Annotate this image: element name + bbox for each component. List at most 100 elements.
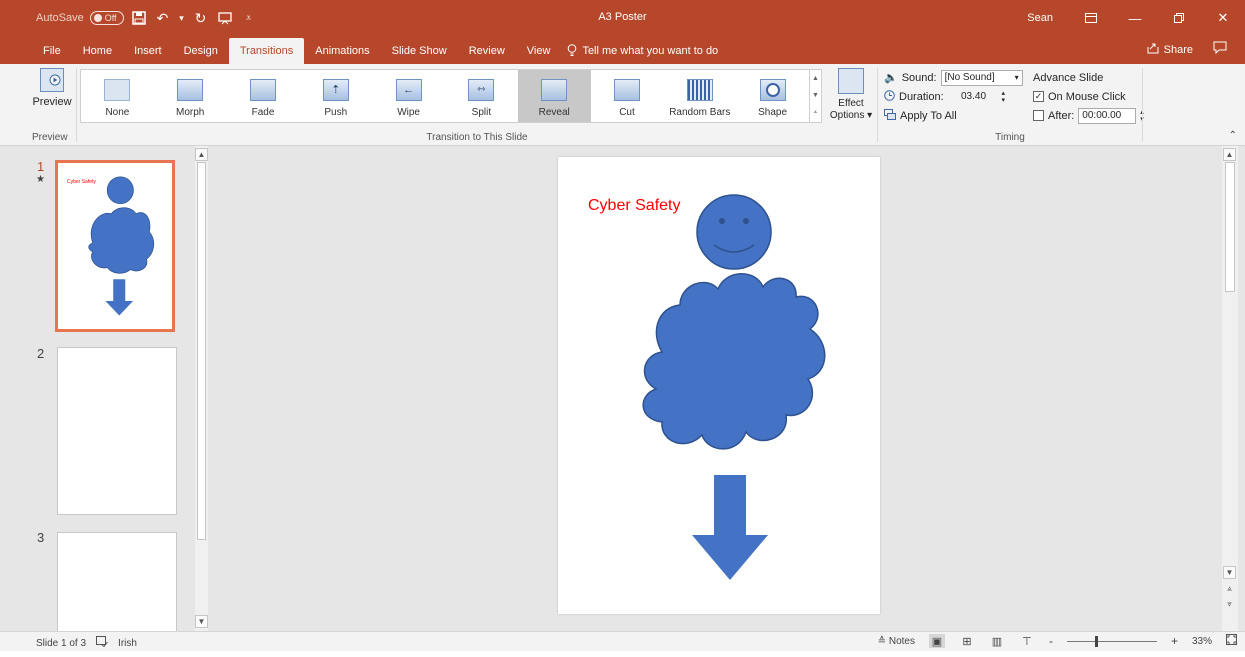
spelling-check-icon[interactable] — [96, 636, 108, 650]
collapse-ribbon-icon[interactable]: ⌃ — [1229, 130, 1237, 141]
sound-dropdown[interactable]: [No Sound] ▾ — [940, 69, 1023, 86]
slide-thumbnail-2[interactable] — [57, 347, 177, 515]
transition-random-bars-label: Random Bars — [669, 107, 731, 118]
gallery-scroll-up-icon[interactable]: ▲ — [812, 75, 819, 82]
status-bar: Slide 1 of 3 Irish ≙ Notes ▣ ⊞ ▥ ⊤ - + 3… — [0, 631, 1245, 651]
normal-view-icon[interactable]: ▣ — [928, 634, 945, 648]
gallery-scroll-down-icon[interactable]: ▼ — [812, 92, 819, 99]
previous-slide-icon[interactable]: ⩓ — [1223, 582, 1236, 595]
apply-to-all-button[interactable]: Apply To All — [884, 106, 1023, 125]
effect-options-button[interactable]: Effect Options ▾ — [828, 68, 874, 122]
share-button[interactable]: Share — [1147, 42, 1193, 57]
transition-push[interactable]: ⇡ Push — [299, 70, 372, 122]
transition-shape-label: Shape — [758, 107, 788, 118]
scroll-up-icon[interactable]: ▲ — [195, 148, 208, 161]
language-indicator[interactable]: Irish — [118, 638, 137, 649]
customize-qat-icon[interactable]: ⩡ — [240, 9, 258, 27]
notes-button[interactable]: ≙ Notes — [878, 636, 915, 647]
undo-dropdown-icon[interactable]: ▾ — [178, 9, 186, 27]
next-slide-icon[interactable]: ⩔ — [1223, 597, 1236, 610]
transition-cut-label: Cut — [619, 107, 635, 118]
undo-icon[interactable]: ↶ — [154, 9, 172, 27]
gallery-more-icon[interactable]: ⩡ — [814, 109, 818, 117]
preview-button[interactable]: Preview — [32, 68, 72, 108]
transition-gallery: None Morph Fade ⇡ Push ← Wipe ⇿ Split Revea… — [80, 69, 810, 123]
start-from-beginning-icon[interactable] — [216, 9, 234, 27]
autosave-toggle[interactable]: Off — [89, 11, 124, 25]
transition-random-bars[interactable]: Random Bars — [663, 70, 736, 122]
scrollbar-thumb[interactable] — [1225, 162, 1235, 292]
minimize-icon[interactable]: — — [1113, 0, 1157, 36]
restore-icon[interactable] — [1157, 0, 1201, 36]
share-label: Share — [1163, 43, 1193, 56]
tab-home[interactable]: Home — [72, 38, 123, 64]
transition-push-label: Push — [324, 107, 348, 118]
tab-view[interactable]: View — [516, 38, 562, 64]
close-icon[interactable]: ✕ — [1201, 0, 1245, 36]
comments-icon[interactable] — [1213, 41, 1227, 57]
sound-value: [No Sound] — [944, 72, 995, 83]
transition-none[interactable]: None — [81, 70, 154, 122]
transition-split[interactable]: ⇿ Split — [445, 70, 518, 122]
transition-shape-icon — [759, 79, 786, 101]
after-time-field[interactable]: 00:00.00 — [1078, 107, 1137, 124]
timing-left: 🔈 Sound: [No Sound] ▾ Duration: 03.40 ▴ ▾ A… — [884, 68, 1023, 125]
on-mouse-click-checkbox[interactable]: ✓ On Mouse Click — [1033, 87, 1144, 106]
scroll-up-icon[interactable]: ▲ — [1223, 148, 1236, 161]
scroll-down-icon[interactable]: ▼ — [1223, 566, 1236, 579]
tab-review[interactable]: Review — [458, 38, 516, 64]
transition-wipe[interactable]: ← Wipe — [372, 70, 445, 122]
transition-morph[interactable]: Morph — [154, 70, 227, 122]
fit-to-window-icon[interactable] — [1226, 634, 1237, 648]
zoom-slider[interactable] — [1066, 635, 1157, 647]
tab-slide-show[interactable]: Slide Show — [381, 38, 458, 64]
zoom-out-button[interactable]: - — [1049, 634, 1053, 648]
cloud-shape[interactable] — [642, 273, 826, 450]
zoom-level[interactable]: 33% — [1192, 636, 1212, 647]
after-checkbox[interactable] — [1033, 110, 1044, 121]
scrollbar-thumb[interactable] — [197, 162, 206, 540]
zoom-slider-thumb[interactable] — [1094, 635, 1098, 647]
sound-label: Sound: — [901, 71, 937, 84]
thumbnail-scrollbar[interactable]: ▲ ▼ — [195, 146, 208, 631]
redo-icon[interactable]: ↻ — [192, 9, 210, 27]
slide-number: 2 — [37, 346, 45, 361]
thumb-artwork — [88, 176, 155, 316]
apply-to-all-label: Apply To All — [900, 109, 957, 122]
tab-animations[interactable]: Animations — [304, 38, 380, 64]
reading-view-icon[interactable]: ▥ — [989, 634, 1005, 648]
down-arrow-shape[interactable] — [692, 475, 768, 580]
transition-fade[interactable]: Fade — [227, 70, 300, 122]
current-slide[interactable]: Cyber Safety — [558, 157, 880, 614]
transition-cut[interactable]: Cut — [591, 70, 664, 122]
tab-insert[interactable]: Insert — [123, 38, 173, 64]
duration-spinner[interactable]: 03.40 ▴ ▾ — [957, 89, 1009, 105]
smiley-face-shape[interactable] — [696, 194, 772, 270]
scroll-down-icon[interactable]: ▼ — [195, 615, 208, 628]
tell-me-box[interactable]: Tell me what you want to do — [567, 38, 718, 64]
user-name[interactable]: Sean — [1027, 12, 1053, 24]
autosave-label: AutoSave — [36, 12, 84, 24]
slide-show-icon[interactable]: ⊤ — [1019, 634, 1035, 648]
slide-thumbnail-1[interactable]: Cyber Safety — [55, 160, 175, 332]
preview-label: Preview — [32, 96, 72, 108]
clock-icon — [884, 89, 895, 104]
tab-transitions[interactable]: Transitions — [228, 38, 305, 64]
zoom-in-button[interactable]: + — [1171, 634, 1178, 648]
slide-number: 1 — [37, 159, 45, 174]
share-icon — [1147, 42, 1159, 57]
slide-sorter-icon[interactable]: ⊞ — [959, 634, 975, 648]
tab-file[interactable]: File — [32, 38, 72, 64]
ribbon-display-options-icon[interactable] — [1069, 0, 1113, 36]
save-icon[interactable] — [130, 9, 148, 27]
transition-none-icon — [104, 79, 131, 101]
transition-shape[interactable]: Shape — [736, 70, 809, 122]
slide-thumbnail-3[interactable] — [57, 532, 177, 631]
main-scrollbar[interactable]: ▲ ▼ ⩓ ⩔ — [1222, 146, 1238, 631]
transition-reveal-icon — [541, 79, 568, 101]
transition-push-icon: ⇡ — [322, 79, 349, 101]
group-separator — [1142, 68, 1143, 142]
checkbox-checked-icon: ✓ — [1033, 91, 1044, 102]
transition-reveal[interactable]: Reveal — [517, 70, 591, 122]
tab-design[interactable]: Design — [173, 38, 229, 64]
